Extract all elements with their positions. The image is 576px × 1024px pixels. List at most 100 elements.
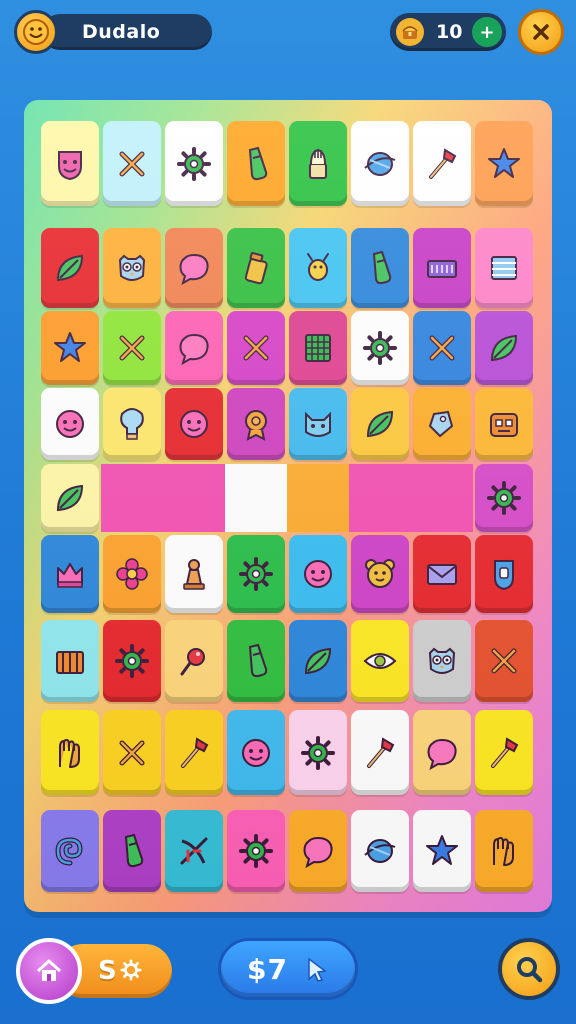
wand-icon: [491, 736, 519, 768]
board-tile[interactable]: [289, 535, 347, 613]
board-tile[interactable]: [165, 620, 223, 702]
board-tile[interactable]: [413, 810, 471, 892]
board-tile[interactable]: [287, 464, 349, 532]
leaf-icon: [304, 647, 332, 675]
board-tile[interactable]: [351, 121, 409, 206]
board-tile[interactable]: [351, 620, 409, 702]
face-icon: [56, 410, 84, 438]
board-tile[interactable]: [41, 464, 99, 532]
board-tile[interactable]: [351, 311, 409, 385]
star-icon: [54, 332, 86, 362]
board-tile[interactable]: [225, 464, 287, 532]
bottle-icon: [124, 833, 144, 868]
board-tile[interactable]: [41, 228, 99, 308]
close-button[interactable]: [518, 9, 564, 55]
board-tile[interactable]: [165, 388, 223, 460]
gear-icon: [239, 557, 273, 591]
board-tile[interactable]: [41, 620, 99, 702]
board-tile[interactable]: [475, 464, 533, 532]
gear-icon: [115, 644, 149, 678]
board-tile[interactable]: [41, 121, 99, 206]
board-tile[interactable]: [227, 810, 285, 892]
smiley-face-icon[interactable]: [14, 10, 58, 54]
board-tile[interactable]: [41, 535, 99, 613]
board-tile[interactable]: [289, 388, 347, 460]
board-tile[interactable]: [41, 810, 99, 892]
board-tile[interactable]: [351, 810, 409, 892]
board-tile[interactable]: [41, 710, 99, 795]
board-tile[interactable]: [413, 228, 471, 308]
search-button[interactable]: [498, 938, 560, 1000]
board-tile[interactable]: [103, 710, 161, 795]
bubble-icon: [303, 836, 333, 869]
board-tile[interactable]: [411, 464, 473, 532]
badge-icon: [245, 410, 267, 441]
board-tile[interactable]: [413, 388, 471, 460]
board-tile[interactable]: [163, 464, 225, 532]
board-tile[interactable]: [289, 228, 347, 308]
board-tile[interactable]: [103, 535, 161, 613]
board-tile[interactable]: [475, 228, 533, 308]
board-tile[interactable]: [289, 810, 347, 892]
board-tile[interactable]: [41, 311, 99, 385]
board-tile[interactable]: [227, 121, 285, 206]
board-tile[interactable]: [103, 388, 161, 460]
board-tile[interactable]: [413, 311, 471, 385]
gear-icon[interactable]: [120, 959, 142, 981]
board-tile[interactable]: [165, 810, 223, 892]
board-tile[interactable]: [165, 710, 223, 795]
board-tile[interactable]: [475, 535, 533, 613]
board-tile[interactable]: [165, 535, 223, 613]
board-tile[interactable]: [227, 535, 285, 613]
pawn-icon: [183, 559, 205, 590]
home-button[interactable]: [16, 938, 82, 1004]
board-tile[interactable]: [165, 121, 223, 206]
wallet-button[interactable]: $7: [218, 938, 358, 1000]
board-tile[interactable]: [413, 710, 471, 795]
board-tile[interactable]: [475, 620, 533, 702]
board-tile[interactable]: [351, 388, 409, 460]
board-tile[interactable]: [351, 710, 409, 795]
leaf-icon: [56, 254, 84, 282]
board-tile[interactable]: [289, 121, 347, 206]
plus-icon[interactable]: +: [472, 17, 502, 47]
board-tile[interactable]: [227, 620, 285, 702]
bubble-icon: [179, 333, 209, 366]
board-tile[interactable]: [289, 620, 347, 702]
gear-icon: [239, 834, 273, 868]
board-tile[interactable]: [227, 311, 285, 385]
board-tile[interactable]: [475, 810, 533, 892]
board-tile[interactable]: [413, 121, 471, 206]
cat-icon: [305, 411, 331, 437]
board-tile[interactable]: [103, 121, 161, 206]
board-tile[interactable]: [351, 535, 409, 613]
board-tile[interactable]: [413, 620, 471, 702]
board-tile[interactable]: [103, 311, 161, 385]
board-tile[interactable]: [475, 311, 533, 385]
board-tile[interactable]: [227, 710, 285, 795]
cross-icon: [119, 151, 145, 176]
board-tile[interactable]: [165, 228, 223, 308]
board-tile[interactable]: [101, 464, 163, 532]
board-tile[interactable]: [475, 710, 533, 795]
board-tile[interactable]: [475, 121, 533, 206]
tag-icon: [428, 410, 454, 438]
bubble-icon: [427, 738, 457, 770]
board-tile[interactable]: [413, 535, 471, 613]
board-tile[interactable]: [289, 311, 347, 385]
board-tile[interactable]: [103, 810, 161, 892]
board-tile[interactable]: [103, 228, 161, 308]
owl-icon: [118, 254, 146, 281]
board-tile[interactable]: [227, 228, 285, 308]
board-tile[interactable]: [475, 388, 533, 460]
player-profile[interactable]: Dudalo: [14, 10, 212, 54]
board-tile[interactable]: [227, 388, 285, 460]
board-tile[interactable]: [349, 464, 411, 532]
board-tile[interactable]: [165, 311, 223, 385]
board-tile[interactable]: [41, 388, 99, 460]
board-tile[interactable]: [289, 710, 347, 795]
board-tile[interactable]: [103, 620, 161, 702]
board-tile[interactable]: [351, 228, 409, 308]
star-icon: [488, 147, 520, 178]
home-icon: [36, 959, 62, 981]
